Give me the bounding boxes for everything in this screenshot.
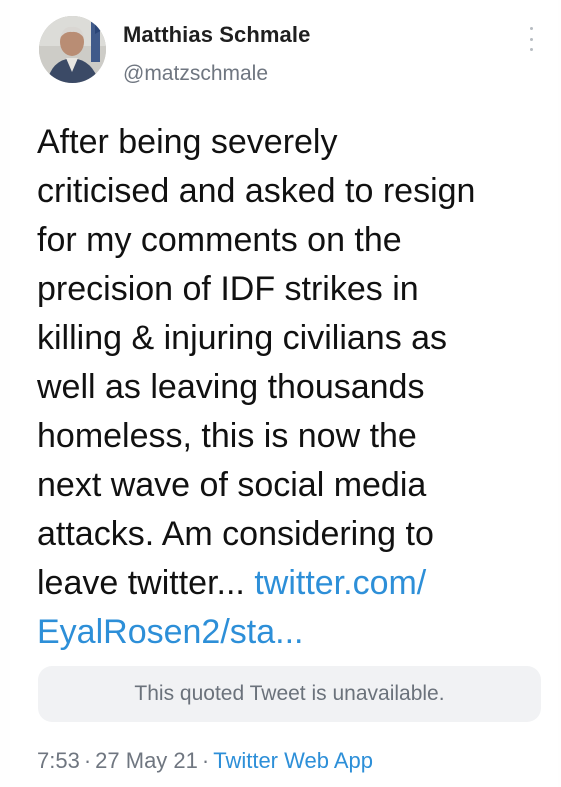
separator: · [201, 748, 210, 773]
screenshot-frame: Matthias Schmale @matzschmale After bein… [0, 0, 561, 787]
dot [529, 37, 533, 41]
tweet-time[interactable]: 7:53 [37, 748, 80, 773]
tweet-link-part1[interactable]: twitter.com/ [254, 564, 426, 602]
tweet-line: killing & injuring civilians as [37, 319, 448, 357]
author-handle[interactable]: @matzschmale [123, 62, 268, 86]
tweet-link-part2[interactable]: EyalRosen2/sta... [37, 613, 303, 651]
source-app-link[interactable]: Twitter Web App [213, 748, 373, 773]
tweet-line-with-link: leave twitter... twitter.com/ [37, 559, 542, 608]
tweet-line: for my comments on the [37, 221, 402, 259]
tweet-card: Matthias Schmale @matzschmale After bein… [10, 0, 558, 787]
quoted-tweet-unavailable[interactable]: This quoted Tweet is unavailable. [38, 666, 541, 722]
tweet-line: homeless, this is now the [37, 417, 417, 455]
dot [529, 27, 533, 30]
separator: · [83, 748, 92, 773]
more-vertical-icon[interactable] [524, 27, 538, 51]
dot [529, 48, 533, 51]
tweet-line-link: EyalRosen2/sta... [37, 608, 542, 657]
tweet-line: attacks. Am considering to [37, 515, 434, 553]
tweet-text: After being severely criticised and aske… [37, 118, 542, 657]
tweet-line-text: leave twitter... [37, 564, 255, 602]
tweet-line: After being severely [37, 123, 338, 161]
tweet-metadata: 7:53 · 27 May 21 · Twitter Web App [37, 748, 373, 774]
tweet-line: criticised and asked to resign [37, 172, 476, 210]
quote-message: This quoted Tweet is unavailable. [134, 682, 445, 705]
author-name[interactable]: Matthias Schmale [123, 22, 310, 48]
tweet-line: precision of IDF strikes in [37, 270, 419, 308]
tweet-date[interactable]: 27 May 21 [95, 748, 198, 773]
tweet-line: well as leaving thousands [37, 368, 425, 406]
avatar-photo [39, 16, 106, 83]
avatar[interactable] [39, 16, 106, 83]
tweet-line: next wave of social media [37, 466, 427, 504]
